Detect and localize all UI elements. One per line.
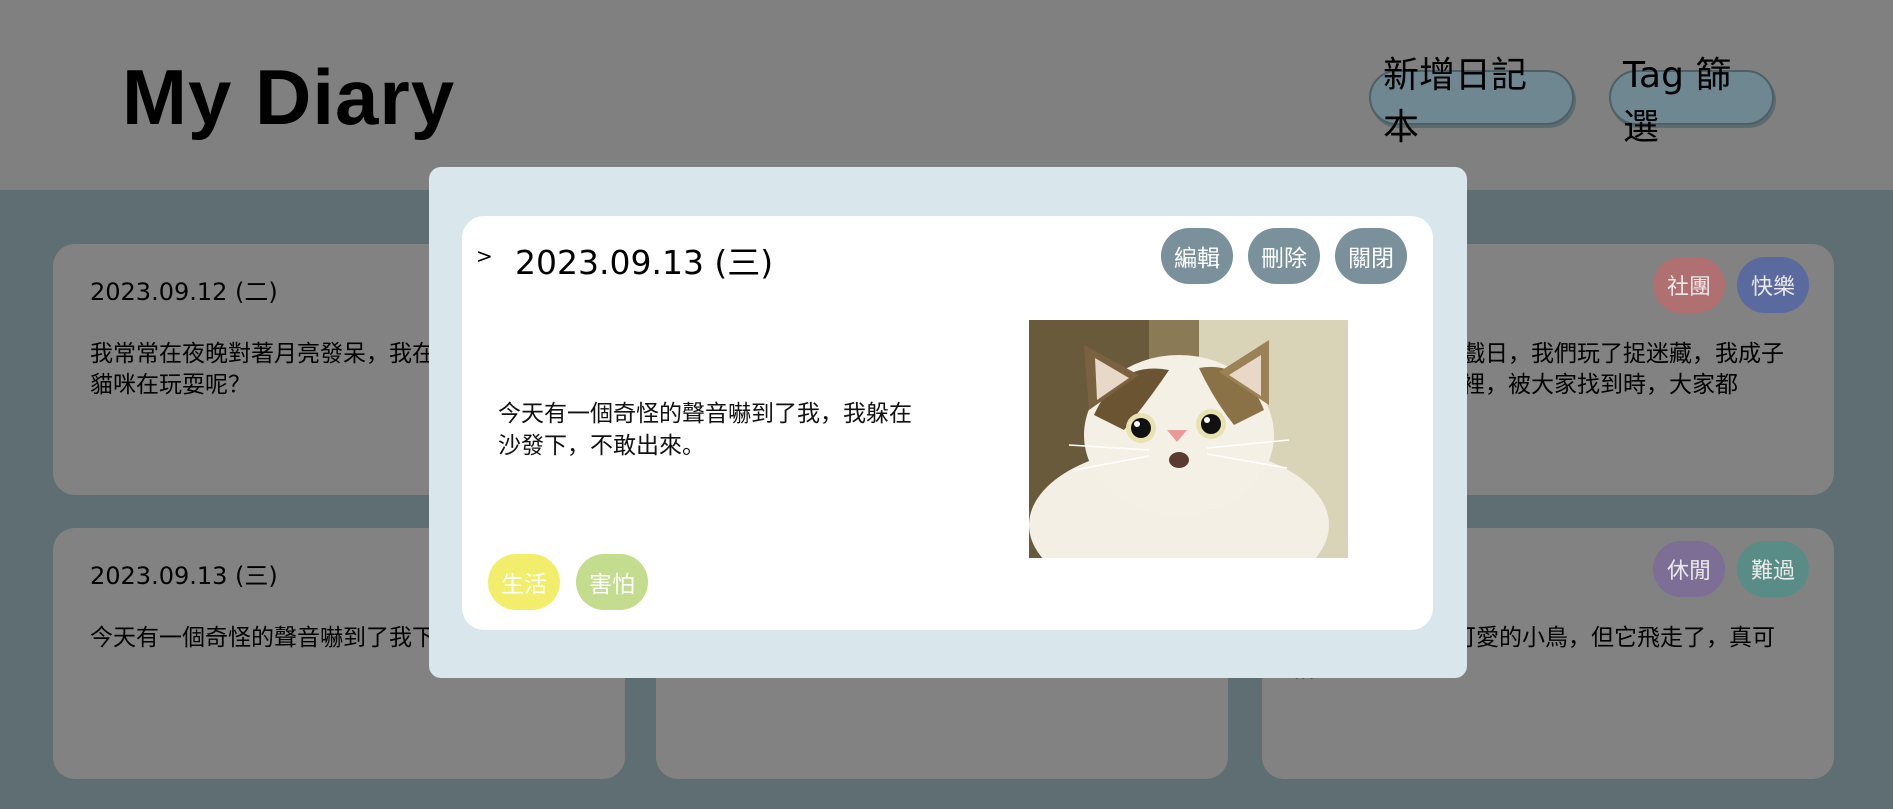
tag-badge: 難過: [1737, 541, 1809, 597]
cat-illustration: [1029, 320, 1348, 558]
modal-tags: 生活 害怕: [488, 554, 648, 610]
card-tags: 休閒 難過: [1653, 541, 1809, 597]
diary-detail-modal: > 2023.09.13 (三) 編輯 刪除 關閉 今天有一個奇怪的聲音嚇到了我…: [429, 167, 1467, 678]
delete-button[interactable]: 刪除: [1248, 228, 1320, 284]
modal-date: 2023.09.13 (三): [515, 243, 774, 282]
card-date: 2023.09.13 (三): [90, 562, 278, 590]
card-text: 戲日，我們玩了捉迷藏，我成子裡，被大家找到時，大家都: [1462, 341, 1784, 398]
tag-badge: 生活: [488, 554, 560, 610]
caret-icon: >: [476, 244, 493, 268]
modal-text: 今天有一個奇怪的聲音嚇到了我，我躲在沙發下，不敢出來。: [498, 401, 912, 459]
tag-badge: 休閒: [1653, 541, 1725, 597]
close-button[interactable]: 關閉: [1335, 228, 1407, 284]
card-tags: 社團 快樂: [1653, 257, 1809, 313]
tag-badge: 害怕: [576, 554, 648, 610]
new-diary-button[interactable]: 新增日記本: [1369, 55, 1574, 148]
app-title: My Diary: [122, 53, 456, 141]
edit-button[interactable]: 編輯: [1161, 228, 1233, 284]
modal-content: > 2023.09.13 (三) 編輯 刪除 關閉 今天有一個奇怪的聲音嚇到了我…: [462, 216, 1433, 630]
tag-badge: 快樂: [1737, 257, 1809, 313]
modal-actions: 編輯 刪除 關閉: [1161, 228, 1407, 284]
cat-photo: [1029, 320, 1348, 558]
card-date: 2023.09.12 (二): [90, 278, 278, 306]
tag-filter-button[interactable]: Tag 篩選: [1609, 55, 1774, 148]
tag-badge: 社團: [1653, 257, 1725, 313]
page-header: My Diary 新增日記本 Tag 篩選: [0, 0, 1893, 190]
